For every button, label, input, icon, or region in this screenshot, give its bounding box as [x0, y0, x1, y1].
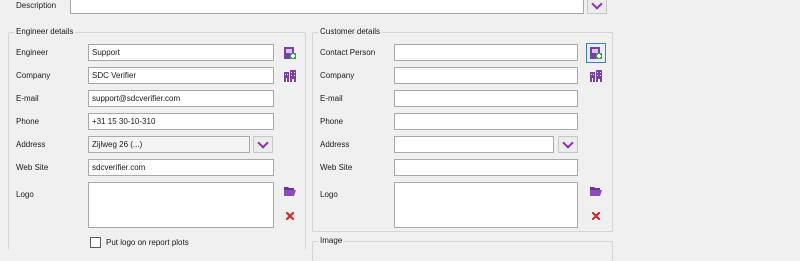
customer-address-input[interactable] [394, 136, 554, 153]
engineer-address-label: Address [16, 140, 46, 149]
engineer-email-input[interactable] [88, 90, 274, 107]
engineer-contact-button[interactable] [281, 44, 299, 62]
engineer-email-label: E-mail [16, 94, 39, 103]
contact-card-icon [284, 47, 296, 59]
building-icon [284, 70, 296, 82]
engineer-address-input[interactable] [88, 136, 250, 153]
engineer-website-input[interactable] [88, 159, 274, 176]
description-input[interactable] [70, 0, 584, 14]
engineer-website-label: Web Site [16, 163, 49, 172]
customer-address-dropdown-button[interactable] [558, 136, 578, 153]
customer-contact-label: Contact Person [320, 48, 376, 57]
customer-email-label: E-mail [320, 94, 343, 103]
put-logo-label[interactable]: Put logo on report plots [106, 238, 189, 247]
contact-card-icon [590, 47, 602, 59]
description-dropdown-button[interactable] [587, 0, 607, 14]
customer-phone-input[interactable] [394, 113, 578, 130]
customer-website-input[interactable] [394, 159, 578, 176]
engineer-phone-input[interactable] [88, 113, 274, 130]
chevron-down-icon [257, 136, 269, 149]
engineer-logo-open-button[interactable] [281, 182, 299, 200]
customer-phone-label: Phone [320, 117, 344, 126]
engineer-company-label: Company [16, 71, 51, 80]
customer-company-button[interactable] [587, 67, 605, 85]
engineer-label: Engineer [16, 48, 49, 57]
chevron-down-icon [591, 0, 603, 10]
engineer-company-input[interactable] [88, 67, 274, 84]
engineer-address-dropdown-button[interactable] [253, 136, 273, 153]
delete-x-icon [591, 211, 601, 221]
customer-address-label: Address [320, 140, 350, 149]
engineer-logo-delete-button[interactable] [281, 207, 299, 225]
customer-company-label: Company [320, 71, 355, 80]
chevron-down-icon [562, 136, 574, 149]
customer-website-label: Web Site [320, 163, 353, 172]
image-group [312, 241, 613, 261]
customer-details-title: Customer details [318, 27, 383, 36]
description-label: Description [16, 1, 57, 10]
delete-x-icon [285, 211, 295, 221]
engineer-logo-box[interactable] [88, 182, 274, 228]
customer-contact-input[interactable] [394, 44, 578, 61]
engineer-details-title: Engineer details [14, 27, 76, 36]
engineer-input[interactable] [88, 44, 274, 61]
folder-open-icon [590, 187, 602, 196]
folder-open-icon [284, 187, 296, 196]
image-group-title: Image [318, 236, 345, 245]
customer-logo-label: Logo [320, 190, 338, 199]
customer-contact-button[interactable] [586, 43, 606, 63]
customer-company-input[interactable] [394, 67, 578, 84]
engineer-company-button[interactable] [281, 67, 299, 85]
engineer-logo-label: Logo [16, 190, 34, 199]
put-logo-checkbox[interactable] [90, 237, 101, 248]
building-icon [590, 70, 602, 82]
customer-logo-box[interactable] [394, 182, 578, 228]
customer-email-input[interactable] [394, 90, 578, 107]
customer-logo-open-button[interactable] [587, 182, 605, 200]
engineer-phone-label: Phone [16, 117, 40, 126]
customer-logo-delete-button[interactable] [587, 207, 605, 225]
